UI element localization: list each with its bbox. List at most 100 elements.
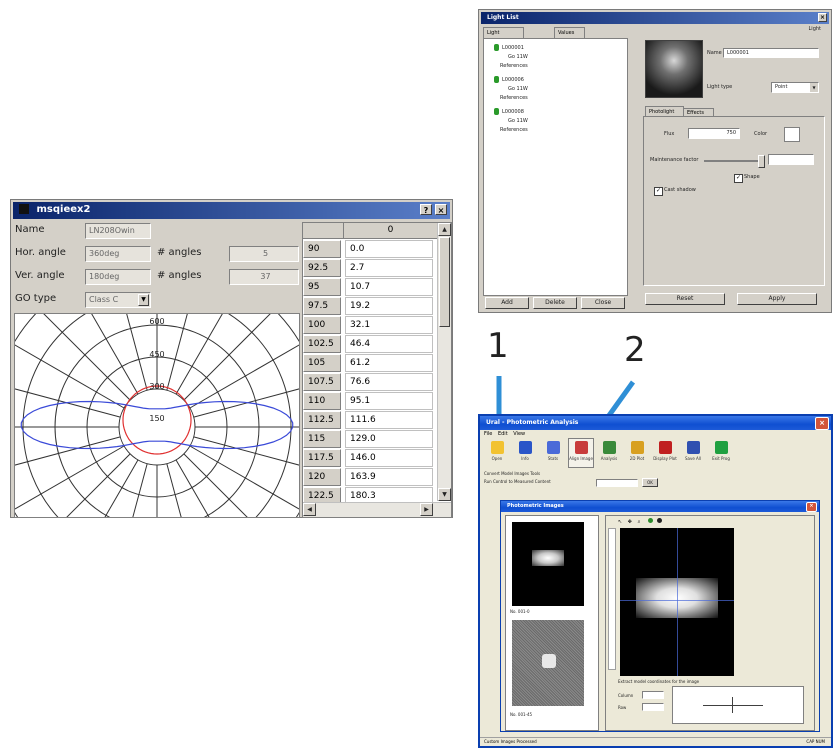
toolbar-button-2d-plot[interactable]: 2D Plot — [624, 438, 650, 468]
tree-item-references[interactable]: References — [500, 63, 528, 69]
shape-checkbox[interactable]: ✓ — [734, 174, 743, 183]
horizontal-scrollbar[interactable]: ◀ ▶ — [303, 502, 451, 517]
images-subwindow-close-button[interactable]: × — [806, 502, 817, 512]
go-type-select[interactable]: Class C ▼ — [85, 292, 151, 308]
table-row: 112.5 111.6 — [303, 411, 437, 431]
photolight-panel: Flux 750 Color Maintenance factor ✓ Shap… — [643, 116, 825, 286]
maintenance-slider-thumb[interactable] — [758, 155, 765, 168]
toolbar-button-analysis[interactable]: Analysis — [596, 438, 622, 468]
toolbar-button-display-plot[interactable]: Display Plot — [652, 438, 678, 468]
color-label: Color — [754, 131, 768, 137]
hor-angle-field[interactable]: 360deg — [85, 246, 151, 262]
table-row-value[interactable]: 146.0 — [345, 449, 433, 467]
annotation-number-1: 1 — [487, 326, 509, 366]
table-row-value[interactable]: 163.9 — [345, 468, 433, 486]
light-list-close-button[interactable]: × — [818, 13, 827, 22]
tree-item-references[interactable]: References — [500, 95, 528, 101]
vertical-scrollbar[interactable]: ▲ ▼ — [437, 223, 451, 501]
table-row-value[interactable]: 32.1 — [345, 316, 433, 334]
close-list-button[interactable]: Close — [581, 297, 625, 309]
polar-grid-spoke — [15, 445, 125, 510]
tree-item-child[interactable]: Go 11W — [508, 86, 528, 92]
close-button[interactable]: × — [435, 204, 447, 215]
scroll-left-button[interactable]: ◀ — [303, 503, 316, 516]
table-row-value[interactable]: 95.1 — [345, 392, 433, 410]
maintenance-field[interactable] — [768, 154, 814, 165]
tree-item-light[interactable]: L000006 — [502, 77, 524, 83]
stop-dot-icon[interactable] — [656, 518, 662, 523]
analysis-close-button[interactable]: × — [815, 417, 829, 430]
light-preview — [645, 40, 703, 98]
pan-icon[interactable]: ✥ — [628, 519, 632, 525]
menu-view[interactable]: View — [513, 431, 525, 437]
table-row-angle: 120 — [303, 468, 341, 486]
thumbnail-1[interactable] — [512, 522, 584, 606]
photometric-window-titlebar: msqieex2 ? × — [13, 202, 450, 219]
thumbnail-2[interactable] — [512, 620, 584, 706]
help-button[interactable]: ? — [420, 204, 432, 215]
table-row-value[interactable]: 111.6 — [345, 411, 433, 429]
toolbar-button-stats[interactable]: Stats — [540, 438, 566, 468]
menu-edit[interactable]: Edit — [498, 431, 508, 437]
toolbar-button-save-all[interactable]: Save All — [680, 438, 706, 468]
hor-angle-label: Hor. angle — [15, 247, 66, 258]
table-row-value[interactable]: 46.4 — [345, 335, 433, 353]
toolbar-button-info[interactable]: Info — [512, 438, 538, 468]
tree-item-light[interactable]: L000008 — [502, 109, 524, 115]
table-row-value[interactable]: 76.6 — [345, 373, 433, 391]
analysis-title: Ural - Photometric Analysis — [486, 419, 579, 426]
crosshair-horizontal — [620, 600, 734, 601]
ver-angle-field[interactable]: 180deg — [85, 269, 151, 285]
toolbar-button-label: Display Plot — [653, 456, 677, 461]
tree-item-references[interactable]: References — [500, 127, 528, 133]
hor-angles-count-field[interactable]: 5 — [229, 246, 299, 262]
main-image[interactable] — [620, 528, 734, 676]
tree-item-light[interactable]: L000001 — [502, 45, 524, 51]
toolbar-button-open[interactable]: Open — [484, 438, 510, 468]
scroll-thumb[interactable] — [439, 237, 450, 327]
ok-button[interactable]: OK — [642, 478, 658, 487]
table-row: 110 95.1 — [303, 392, 437, 412]
delete-button[interactable]: Delete — [533, 297, 577, 309]
apply-button[interactable]: Apply — [737, 293, 817, 305]
tab-values[interactable]: Values — [554, 27, 585, 38]
name-label: Name — [15, 224, 45, 235]
scroll-up-button[interactable]: ▲ — [438, 223, 451, 236]
tab-light[interactable]: Light — [483, 27, 524, 38]
maintenance-slider-track[interactable] — [704, 160, 764, 162]
option-field[interactable] — [596, 479, 638, 487]
table-row-angle: 110 — [303, 392, 341, 410]
add-button[interactable]: Add — [485, 297, 529, 309]
reset-button[interactable]: Reset — [645, 293, 725, 305]
color-swatch[interactable] — [784, 127, 800, 142]
tree-item-child[interactable]: Go 11W — [508, 118, 528, 124]
scroll-down-button[interactable]: ▼ — [438, 488, 451, 501]
menu-file[interactable]: File — [484, 431, 492, 437]
table-row-value[interactable]: 19.2 — [345, 297, 433, 315]
exit-icon — [715, 441, 728, 454]
row-field[interactable] — [642, 703, 664, 711]
pointer-icon[interactable]: ↖ — [618, 519, 622, 525]
tree-item-child[interactable]: Go 11W — [508, 54, 528, 60]
table-row-value[interactable]: 129.0 — [345, 430, 433, 448]
cast-shadow-checkbox[interactable]: ✓ — [654, 187, 663, 196]
scroll-right-button[interactable]: ▶ — [420, 503, 433, 516]
table-row-value[interactable]: 10.7 — [345, 278, 433, 296]
toolbar-button-exit-prog[interactable]: Exit Prog — [708, 438, 734, 468]
table-row-value[interactable]: 0.0 — [345, 240, 433, 258]
ver-angles-count-field[interactable]: 37 — [229, 269, 299, 285]
folder-icon — [491, 441, 504, 454]
light-type-select[interactable]: Point ▼ — [771, 82, 819, 93]
name-field[interactable]: LN208Owin — [85, 223, 151, 239]
profile-plot-axis — [703, 705, 763, 706]
polar-diagram: 600 450 300 150 — [14, 313, 300, 518]
toolbar-button-align-image[interactable]: Align Image — [568, 438, 594, 468]
table-row-value[interactable]: 61.2 — [345, 354, 433, 372]
zoom-icon[interactable]: ⌕ — [638, 519, 641, 525]
column-field[interactable] — [642, 691, 664, 699]
table-row-value[interactable]: 2.7 — [345, 259, 433, 277]
flux-field[interactable]: 750 — [688, 128, 740, 139]
table-row-angle: 100 — [303, 316, 341, 334]
color-dot-icon[interactable] — [648, 518, 653, 523]
name-prop-field[interactable]: L000001 — [723, 48, 819, 58]
